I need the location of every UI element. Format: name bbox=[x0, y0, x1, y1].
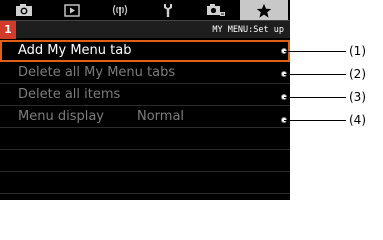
tab-custom-functions[interactable] bbox=[192, 0, 240, 20]
menu-item-label: Menu display bbox=[18, 109, 104, 124]
tab-setup[interactable] bbox=[144, 0, 192, 20]
menu-item-value: Normal bbox=[137, 109, 185, 124]
menu-item-add-my-menu-tab[interactable]: Add My Menu tab bbox=[0, 40, 290, 62]
menu-tab-bar bbox=[0, 0, 290, 22]
menu-item-label: Delete all items bbox=[18, 87, 121, 102]
camera-icon bbox=[16, 4, 32, 16]
tab-shooting[interactable] bbox=[0, 0, 48, 20]
empty-row bbox=[0, 128, 290, 150]
callout-line bbox=[284, 120, 346, 121]
page-number-badge: 1 bbox=[0, 21, 16, 39]
callout-line bbox=[284, 97, 346, 98]
callout-label: (1) bbox=[349, 44, 366, 58]
callout-line bbox=[284, 51, 346, 52]
playback-icon bbox=[64, 3, 80, 17]
camera-menu-screen: 1 MY MENU:Set up Add My Menu tab Delete … bbox=[0, 0, 290, 200]
callout-label: (3) bbox=[349, 90, 366, 104]
menu-item-label: Delete all My Menu tabs bbox=[18, 65, 176, 80]
wrench-icon bbox=[164, 3, 172, 17]
menu-item-menu-display[interactable]: Menu display Normal bbox=[0, 106, 290, 128]
wireless-icon bbox=[112, 4, 128, 16]
star-icon bbox=[256, 3, 272, 18]
tab-my-menu[interactable] bbox=[240, 0, 288, 22]
tab-playback[interactable] bbox=[48, 0, 96, 20]
menu-item-delete-all-items[interactable]: Delete all items bbox=[0, 84, 290, 106]
callout-label: (4) bbox=[349, 113, 366, 127]
menu-item-delete-all-tabs[interactable]: Delete all My Menu tabs bbox=[0, 62, 290, 84]
empty-row bbox=[0, 150, 290, 172]
menu-item-label: Add My Menu tab bbox=[18, 43, 132, 58]
menu-subheader: 1 MY MENU:Set up bbox=[0, 20, 290, 39]
menu-list: Add My Menu tab Delete all My Menu tabs … bbox=[0, 40, 290, 194]
empty-row bbox=[0, 172, 290, 194]
tab-wireless[interactable] bbox=[96, 0, 144, 20]
menu-page-title: MY MENU:Set up bbox=[212, 25, 284, 35]
callout-line bbox=[284, 74, 346, 75]
callout-label: (2) bbox=[349, 67, 366, 81]
custom-function-icon bbox=[207, 4, 225, 16]
